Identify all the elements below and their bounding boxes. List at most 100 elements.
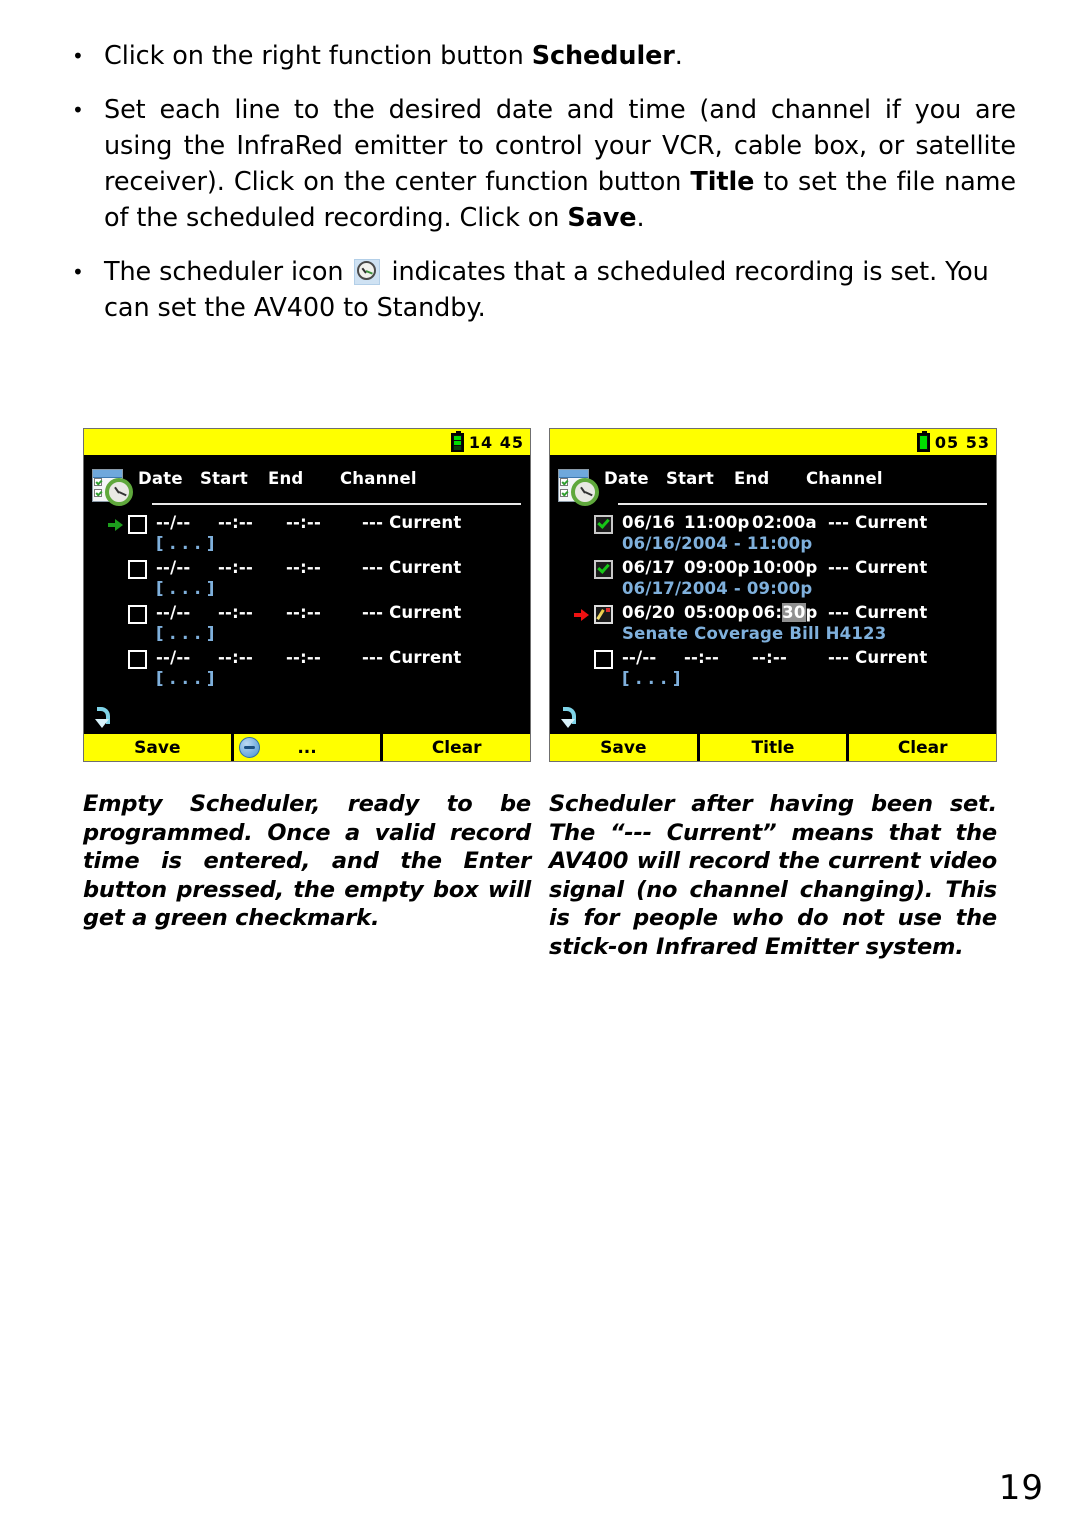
scheduler-row-values: 06/20 05:00p 06:30p --- Current [622, 603, 992, 622]
row-channel[interactable]: --- Current [362, 648, 482, 667]
scheduler-row-values: --/-- --:-- --:-- --- Current [156, 513, 526, 532]
row-checkbox-empty[interactable] [128, 650, 147, 669]
toolbar-button-label: Clear [431, 737, 482, 758]
edit-field-highlight[interactable]: 30 [782, 603, 806, 622]
scheduler-column-headers: Date Start End Channel [138, 469, 522, 488]
row-date[interactable]: 06/16 [622, 513, 684, 532]
row-start-time[interactable]: 09:00p [684, 558, 752, 577]
row-end-time[interactable]: 10:00p [752, 558, 828, 577]
scheduler-row-values: 06/16 11:00p 02:00a --- Current [622, 513, 992, 532]
column-header-end: End [268, 469, 304, 488]
row-channel[interactable]: --- Current [828, 603, 948, 622]
row-end-time[interactable]: --:-- [286, 558, 362, 577]
row-end-time[interactable]: 06:30p [752, 603, 828, 622]
row-checkbox-empty[interactable] [128, 560, 147, 579]
row-channel[interactable]: --- Current [828, 648, 948, 667]
scheduler-row-values: --/-- --:-- --:-- --- Current [156, 603, 526, 622]
row-start-time[interactable]: --:-- [218, 648, 286, 667]
row-channel[interactable]: --- Current [362, 513, 482, 532]
device-status-bar: 14 45 [84, 429, 530, 455]
column-header-start: Start [200, 469, 248, 488]
column-header-date: Date [138, 469, 183, 488]
row-end-time[interactable]: --:-- [286, 603, 362, 622]
row-start-time[interactable]: --:-- [218, 513, 286, 532]
red-arrow-icon [574, 609, 590, 621]
scheduler-row[interactable]: --/-- --:-- --:-- --- Current[ . . . ] [84, 603, 530, 648]
column-header-date: Date [604, 469, 649, 488]
row-checkbox-checked[interactable] [594, 515, 613, 534]
row-end-time[interactable]: --:-- [752, 648, 828, 667]
scheduler-row-values: --/-- --:-- --:-- --- Current [156, 648, 526, 667]
row-date[interactable]: --/-- [156, 558, 218, 577]
row-channel[interactable]: --- Current [362, 603, 482, 622]
row-date[interactable]: 06/17 [622, 558, 684, 577]
row-title[interactable]: 06/17/2004 - 09:00p [622, 579, 812, 598]
row-start-time[interactable]: --:-- [684, 648, 752, 667]
scheduler-column-headers: Date Start End Channel [604, 469, 988, 488]
column-header-channel: Channel [806, 469, 883, 488]
row-end-time[interactable]: --:-- [286, 648, 362, 667]
row-channel[interactable]: --- Current [828, 513, 948, 532]
row-end-time[interactable]: 02:00a [752, 513, 828, 532]
device-empty-scheduler: 14 45 Date Start End Channel --/-- --:-- --:-- -… [83, 428, 531, 762]
row-channel[interactable]: --- Current [828, 558, 948, 577]
row-start-time[interactable]: 05:00p [684, 603, 752, 622]
scheduler-row[interactable]: 06/16 11:00p 02:00a --- Current 06/16/2004 -… [550, 513, 996, 558]
header-divider [618, 503, 987, 505]
scheduler-row-list: 06/16 11:00p 02:00a --- Current 06/16/2004 -… [550, 513, 996, 693]
bullet-marker: • [72, 44, 84, 68]
row-title[interactable]: 06/16/2004 - 11:00p [622, 534, 812, 553]
scheduler-row[interactable]: --/-- --:-- --:-- --- Current[ . . . ] [84, 648, 530, 693]
scheduler-row[interactable]: 06/17 09:00p 10:00p --- Current 06/17/2004 -… [550, 558, 996, 603]
row-channel[interactable]: --- Current [362, 558, 482, 577]
bullet-marker: • [72, 98, 84, 122]
row-start-time[interactable]: --:-- [218, 558, 286, 577]
save-button[interactable]: Save [84, 734, 234, 761]
column-header-channel: Channel [340, 469, 417, 488]
scheduler-row-values: --/-- --:-- --:-- --- Current [622, 648, 992, 667]
row-date[interactable]: --/-- [156, 603, 218, 622]
center-function-button[interactable]: ... [234, 734, 384, 761]
scheduler-row[interactable]: 06/20 05:00p 06:30p --- Current Senate Cover… [550, 603, 996, 648]
row-checkbox-empty[interactable] [128, 515, 147, 534]
row-start-time[interactable]: --:-- [218, 603, 286, 622]
emphasis-text: Title [690, 167, 755, 197]
battery-full-icon [916, 430, 930, 452]
bullet-text-scheduler-icon: The scheduler icon indicates that a sche… [104, 257, 989, 323]
scheduler-row[interactable]: --/-- --:-- --:-- --- Current[ . . . ] [550, 648, 996, 693]
scheduler-row[interactable]: --/-- --:-- --:-- --- Current[ . . . ] [84, 513, 530, 558]
device-status-bar: 05 53 [550, 429, 996, 455]
emphasis-text: Scheduler [531, 41, 675, 71]
row-title[interactable]: [ . . . ] [156, 534, 215, 553]
bullet-text-set-lines: Set each line to the desired date and ti… [104, 95, 1016, 233]
clear-button[interactable]: Clear [849, 734, 996, 761]
row-title[interactable]: [ . . . ] [156, 579, 215, 598]
row-title[interactable]: [ . . . ] [156, 624, 215, 643]
clear-button[interactable]: Clear [383, 734, 530, 761]
center-function-button[interactable]: Title [700, 734, 850, 761]
row-checkbox-editing[interactable] [594, 605, 613, 624]
device-toolbar: Save... Clear [84, 733, 530, 761]
row-date[interactable]: --/-- [156, 648, 218, 667]
save-button[interactable]: Save [550, 734, 700, 761]
row-checkbox-checked[interactable] [594, 560, 613, 579]
toolbar-button-label: ... [297, 737, 317, 758]
scheduler-row[interactable]: --/-- --:-- --:-- --- Current[ . . . ] [84, 558, 530, 603]
device-toolbar: Save Title Clear [550, 733, 996, 761]
bullet-item-scheduler-icon: • The scheduler icon indicates that a sc… [68, 254, 1016, 326]
scroll-down-arrow-icon[interactable] [559, 707, 576, 731]
row-title[interactable]: [ . . . ] [622, 669, 681, 688]
row-date[interactable]: 06/20 [622, 603, 684, 622]
row-date[interactable]: --/-- [156, 513, 218, 532]
row-end-time[interactable]: --:-- [286, 513, 362, 532]
row-checkbox-empty[interactable] [128, 605, 147, 624]
status-clock: 14 45 [468, 432, 524, 452]
row-title[interactable]: Senate Coverage Bill H4123 [622, 624, 886, 643]
bullet-item-set-lines: • Set each line to the desired date and … [68, 92, 1016, 236]
scroll-down-arrow-icon[interactable] [93, 707, 110, 731]
row-start-time[interactable]: 11:00p [684, 513, 752, 532]
row-title[interactable]: [ . . . ] [156, 669, 215, 688]
row-date[interactable]: --/-- [622, 648, 684, 667]
toolbar-button-label: Clear [897, 737, 948, 758]
row-checkbox-empty[interactable] [594, 650, 613, 669]
